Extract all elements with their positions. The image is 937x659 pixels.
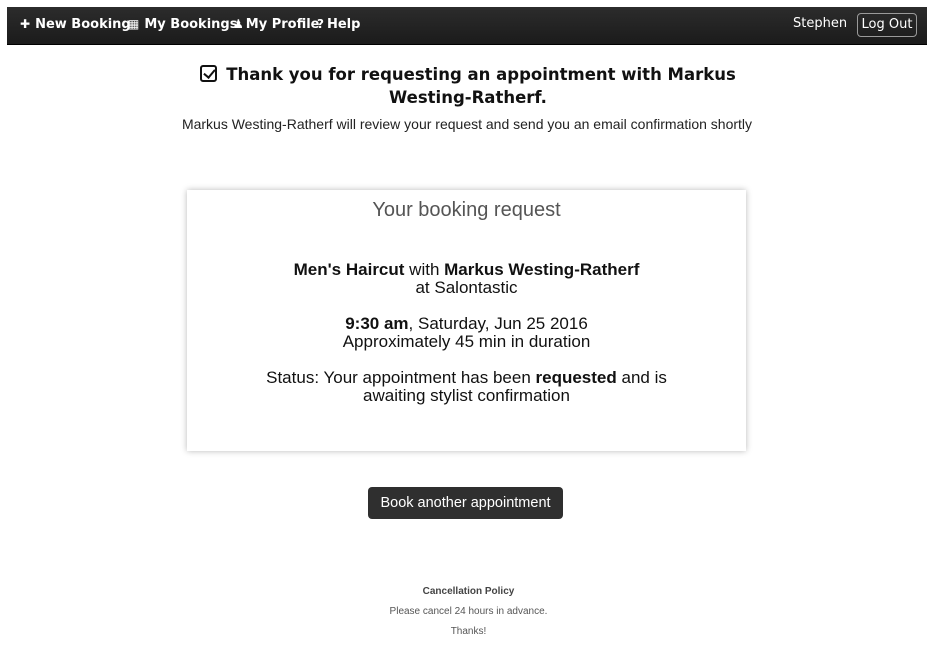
status-line: Status: Your appointment has been reques… — [187, 369, 746, 387]
nav-my-bookings-label: My Bookings — [144, 17, 238, 32]
appointment-time: 9:30 am — [345, 314, 409, 333]
status-prefix: Status: Your appointment has been — [266, 368, 531, 387]
nav-new-booking[interactable]: ✚ New Booking — [20, 7, 131, 45]
appointment-date: , Saturday, Jun 25 2016 — [408, 314, 588, 333]
time-line: 9:30 am, Saturday, Jun 25 2016 — [187, 315, 746, 333]
confirmation-subtext: Markus Westing-Ratherf will review your … — [181, 116, 753, 132]
status-suffix: and is — [621, 368, 667, 387]
confirmation-heading-text: Thank you for requesting an appointment … — [226, 65, 736, 107]
service-name: Men's Haircut — [293, 260, 405, 279]
with-word: with — [409, 260, 440, 279]
service-line: Men's Haircut with Markus Westing-Rather… — [187, 261, 746, 279]
user-icon: ♟ — [233, 17, 244, 31]
nav-my-profile[interactable]: ♟ My Profile — [233, 7, 319, 45]
cancellation-policy-text: Please cancel 24 hours in advance. — [389, 606, 548, 617]
book-another-button[interactable]: Book another appointment — [368, 487, 563, 519]
cancellation-policy-title: Cancellation Policy — [422, 586, 515, 597]
question-icon: ? — [317, 17, 324, 31]
status-value: requested — [535, 368, 617, 387]
nav-my-bookings[interactable]: ▦ My Bookings — [128, 7, 237, 45]
card-title: Your booking request — [372, 199, 561, 221]
user-name: Stephen — [793, 16, 848, 31]
plus-icon: ✚ — [20, 17, 31, 31]
duration-line: Approximately 45 min in duration — [342, 332, 591, 351]
top-navbar: ✚ New Booking ▦ My Bookings ♟ My Profile ? H… — [7, 7, 927, 45]
stylist-name: Markus Westing-Ratherf — [444, 260, 640, 279]
nav-my-profile-label: My Profile — [245, 17, 320, 32]
nav-new-booking-label: New Booking — [35, 17, 131, 32]
location-line: at Salontastic — [415, 278, 518, 297]
calendar-icon: ▦ — [128, 17, 140, 31]
booking-request-card: Your booking request Men's Haircut with … — [187, 190, 746, 451]
footer-thanks: Thanks! — [450, 626, 487, 637]
nav-help[interactable]: ? Help — [317, 7, 360, 45]
confirmation-heading: Thank you for requesting an appointment … — [180, 63, 756, 109]
status-line-2: awaiting stylist confirmation — [363, 386, 570, 405]
logout-button[interactable]: Log Out — [857, 13, 917, 37]
checkbox-checked-icon — [200, 65, 218, 82]
nav-help-label: Help — [326, 17, 361, 32]
